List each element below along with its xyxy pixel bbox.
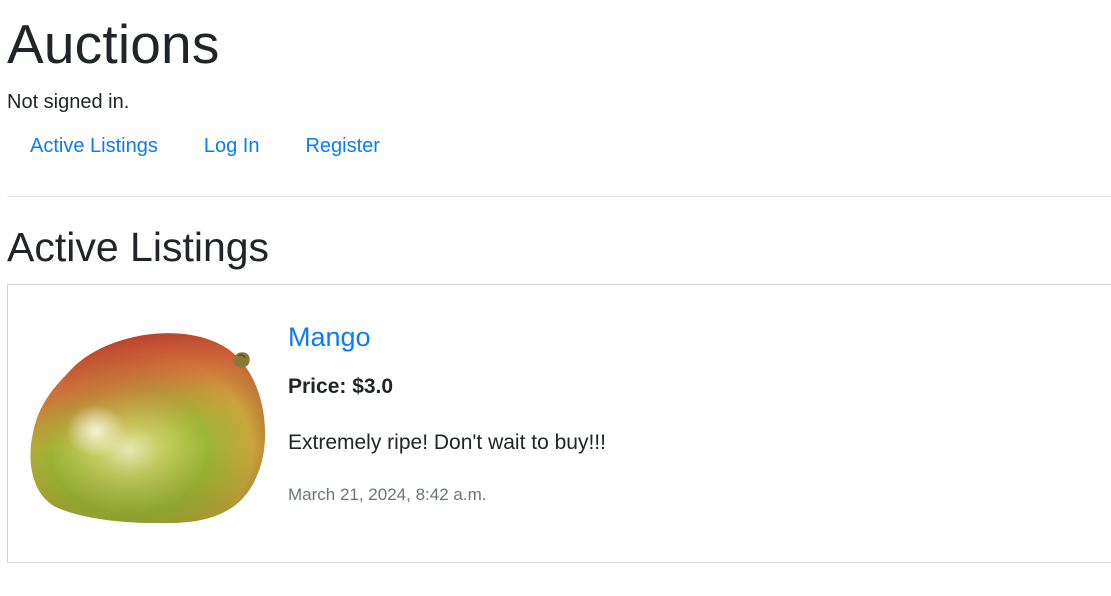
listing-title-link[interactable]: Mango — [288, 321, 371, 353]
nav-link-register[interactable]: Register — [282, 133, 401, 159]
section-title: Active Listings — [7, 224, 270, 270]
listing-card: Mango Price: $3.0 Extremely ripe! Don't … — [7, 284, 1111, 563]
listing-description: Extremely ripe! Don't wait to buy!!! — [288, 431, 606, 454]
nav-link-log-in[interactable]: Log In — [181, 133, 282, 159]
nav-item-active-listings: Active Listings — [7, 133, 181, 159]
signin-status: Not signed in. — [7, 91, 130, 113]
main-nav: Active Listings Log In Register — [7, 133, 403, 159]
nav-link-active-listings[interactable]: Active Listings — [7, 133, 180, 159]
site-title: Auctions — [7, 13, 220, 75]
listing-date: March 21, 2024, 8:42 a.m. — [288, 485, 487, 504]
header-divider — [7, 196, 1111, 197]
mango-image — [30, 333, 266, 524]
nav-item-register: Register — [282, 133, 402, 159]
listing-price: Price: $3.0 — [288, 375, 394, 398]
nav-item-log-in: Log In — [181, 133, 283, 159]
